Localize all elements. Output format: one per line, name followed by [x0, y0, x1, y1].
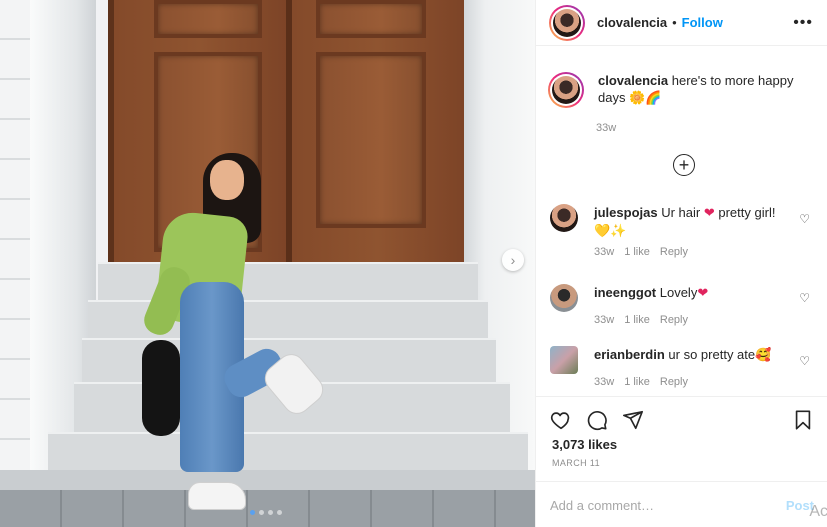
carousel-next-button[interactable]: ›: [502, 249, 524, 271]
post-header: clovalencia • Follow •••: [536, 0, 827, 46]
sidewalk-edge: [0, 470, 535, 492]
door-panel: [316, 52, 426, 228]
sidewalk: [0, 490, 535, 527]
more-options-icon[interactable]: •••: [793, 14, 813, 32]
post-date[interactable]: MARCH 11: [536, 452, 827, 468]
comment-like-heart-icon[interactable]: ♡: [799, 291, 810, 305]
carousel-dot: [268, 510, 273, 515]
reply-button[interactable]: Reply: [660, 376, 688, 388]
comment-text: ineenggot Lovely❤: [594, 284, 794, 302]
stair-step: [48, 432, 528, 472]
door-panel: [316, 0, 426, 38]
carousel-dot-active: [250, 510, 255, 515]
carousel-dot: [277, 510, 282, 515]
sneaker: [188, 482, 246, 510]
plus-circle-icon[interactable]: +: [673, 154, 695, 176]
door-panel: [154, 0, 262, 38]
avatar[interactable]: [550, 284, 578, 312]
comment-body: Lovely: [659, 285, 698, 300]
comment-text: julespojas Ur hair ❤ pretty girl! 💛✨: [594, 204, 794, 240]
comment-input[interactable]: [550, 497, 770, 513]
paper-plane-icon[interactable]: [622, 409, 644, 431]
comment-like-heart-icon[interactable]: ♡: [799, 354, 810, 368]
heart-emoji: ❤: [697, 286, 709, 301]
comment-body: Ur hair: [661, 205, 701, 220]
comment-body: ur so pretty ate: [668, 347, 756, 362]
reply-button[interactable]: Reply: [660, 314, 688, 326]
caption-timestamp[interactable]: 33w: [596, 122, 616, 134]
comment-meta: 33w 1 like Reply: [594, 246, 794, 258]
avatar[interactable]: [550, 204, 578, 232]
story-ring[interactable]: [549, 4, 585, 41]
caption-username[interactable]: clovalencia: [598, 73, 668, 88]
comment-time[interactable]: 33w: [594, 246, 614, 258]
header-username[interactable]: clovalencia: [597, 15, 667, 30]
comment-likes[interactable]: 1 like: [624, 314, 650, 326]
caption: clovalencia here's to more happy days 🌼🌈: [548, 72, 808, 108]
carousel-dot: [259, 510, 264, 515]
chevron-right-icon: ›: [510, 252, 516, 268]
heart-icon[interactable]: [550, 409, 572, 431]
avatar: [553, 8, 581, 37]
comment-meta: 33w 1 like Reply: [594, 376, 794, 388]
smiling-face-emoji: 🥰: [755, 348, 772, 363]
avatar[interactable]: [550, 346, 578, 374]
avatar: [552, 76, 580, 104]
comment-item: ineenggot Lovely❤ 33w 1 like Reply: [550, 284, 794, 326]
caption-story-ring[interactable]: [548, 72, 584, 108]
person-face: [210, 160, 244, 200]
comment-item: julespojas Ur hair ❤ pretty girl! 💛✨ 33w…: [550, 204, 794, 258]
comment-username[interactable]: julespojas: [594, 205, 658, 220]
wall-siding: [0, 0, 30, 470]
wooden-door: [108, 0, 464, 262]
comments-list[interactable]: clovalencia here's to more happy days 🌼🌈…: [536, 56, 827, 396]
follow-button[interactable]: Follow: [682, 15, 723, 30]
add-comment-bar: Post: [536, 481, 827, 527]
activate-watermark: Ac: [809, 503, 827, 520]
comment-likes[interactable]: 1 like: [624, 246, 650, 258]
door-leaf-right: [292, 0, 464, 262]
comment-meta: 33w 1 like Reply: [594, 314, 794, 326]
comment-icon[interactable]: [586, 409, 608, 431]
separator-dot: •: [672, 15, 677, 30]
comment-like-heart-icon[interactable]: ♡: [799, 212, 810, 226]
sparkle-emoji: 💛✨: [594, 224, 627, 239]
comment-text: erianberdin ur so pretty ate🥰: [594, 346, 794, 364]
comment-username[interactable]: ineenggot: [594, 285, 656, 300]
post-side-panel: clovalencia • Follow ••• clovalencia her…: [535, 0, 827, 527]
bookmark-icon[interactable]: [792, 409, 814, 431]
post-photo[interactable]: ›: [0, 0, 535, 527]
comment-username[interactable]: erianberdin: [594, 347, 665, 362]
comment-time[interactable]: 33w: [594, 376, 614, 388]
heart-emoji: ❤: [703, 206, 715, 221]
comment-body-2: pretty girl!: [718, 205, 776, 220]
caption-text: clovalencia here's to more happy days 🌼🌈: [598, 72, 808, 108]
comment-time[interactable]: 33w: [594, 314, 614, 326]
action-icons: [536, 397, 827, 435]
caption-emoji: 🌼🌈: [629, 91, 662, 106]
post-actions: 3,073 likes MARCH 11 Post Ac: [536, 396, 827, 527]
comment-likes[interactable]: 1 like: [624, 376, 650, 388]
carousel-dots: [250, 510, 282, 515]
fluffy-bag: [142, 340, 180, 436]
like-count[interactable]: 3,073 likes: [536, 435, 827, 452]
comment-item: erianberdin ur so pretty ate🥰 33w 1 like…: [550, 346, 794, 388]
reply-button[interactable]: Reply: [660, 246, 688, 258]
